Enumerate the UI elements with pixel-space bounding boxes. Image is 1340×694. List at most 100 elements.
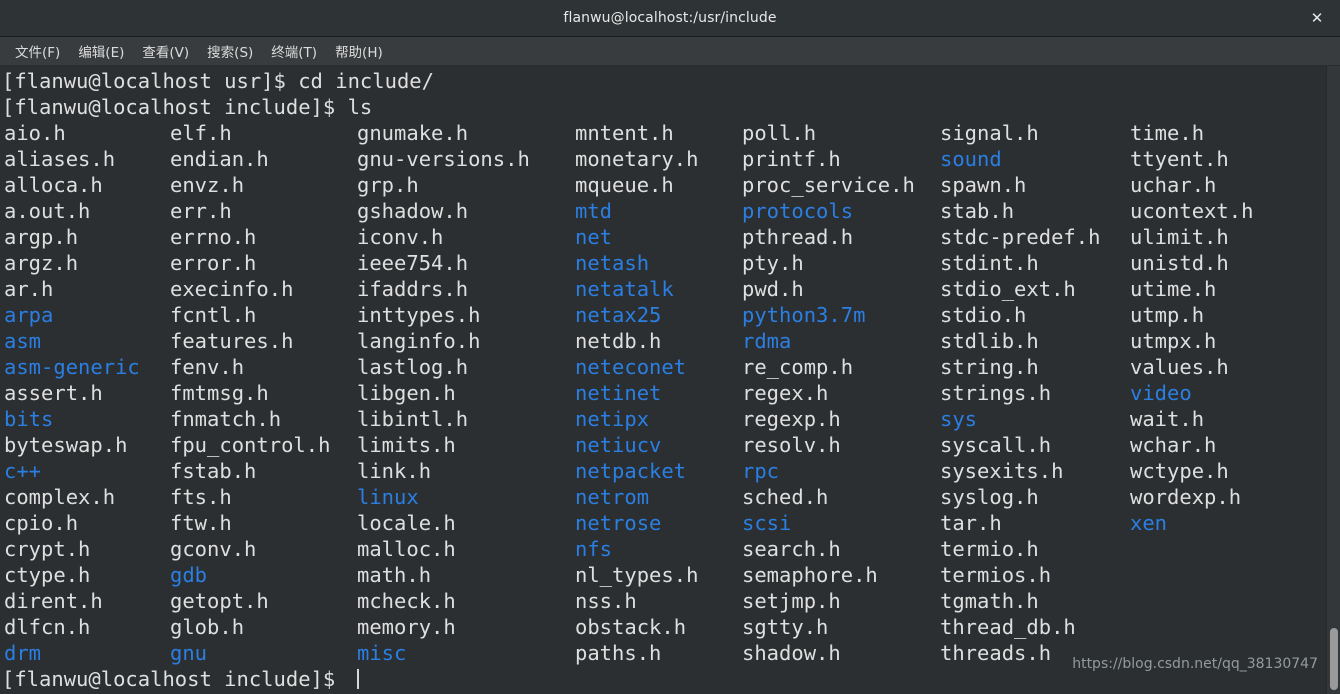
listing-directory: netatalk [575, 277, 674, 301]
listing-row: asm-generic fenv.h lastlog.h neteconet re_co… [2, 354, 1340, 380]
listing-directory: netipx [575, 407, 650, 431]
listing-file: features.h [170, 329, 294, 353]
scrollbar-thumb[interactable] [1330, 628, 1338, 690]
listing-row: cpio.h ftw.h locale.h netrose scsi tar.h xen [2, 510, 1340, 536]
listing-file: regex.h [742, 381, 829, 405]
listing-file: envz.h [170, 173, 245, 197]
listing-row: asm features.h langinfo.h netdb.h rdma stdlib… [2, 328, 1340, 354]
listing-file: wctype.h [1130, 459, 1229, 483]
listing-directory: asm-generic [4, 355, 140, 379]
listing-file: utmpx.h [1130, 329, 1217, 353]
listing-directory: linux [357, 485, 419, 509]
listing-file: uchar.h [1130, 173, 1217, 197]
listing-file: ulimit.h [1130, 225, 1229, 249]
listing-file: err.h [170, 199, 232, 223]
listing-file: termios.h [940, 563, 1052, 587]
listing-file: wordexp.h [1130, 485, 1242, 509]
listing-file: gshadow.h [357, 199, 469, 223]
listing-file: syslog.h [940, 485, 1039, 509]
listing-directory: c++ [4, 459, 42, 483]
listing-file: strings.h [940, 381, 1052, 405]
listing-directory: rdma [742, 329, 792, 353]
listing-file: a.out.h [4, 199, 91, 223]
listing-file: assert.h [4, 381, 103, 405]
listing-directory: netpacket [575, 459, 687, 483]
listing-file: alloca.h [4, 173, 103, 197]
listing-file: mcheck.h [357, 589, 456, 613]
menu-view[interactable]: 查看(V) [133, 38, 198, 64]
listing-file: fnmatch.h [170, 407, 282, 431]
listing-file: inttypes.h [357, 303, 481, 327]
listing-file: utmp.h [1130, 303, 1205, 327]
listing-file: printf.h [742, 147, 841, 171]
menu-edit[interactable]: 编辑(E) [69, 38, 133, 64]
listing-row: argz.h error.h ieee754.h netash pty.h stdint.… [2, 250, 1340, 276]
listing-directory: netrose [575, 511, 662, 535]
listing-file: langinfo.h [357, 329, 481, 353]
text-cursor [356, 669, 359, 689]
listing-file: mqueue.h [575, 173, 674, 197]
listing-row: ctype.h gdb math.h nl_types.h semaphore.h ter… [2, 562, 1340, 588]
listing-file: ar.h [4, 277, 54, 301]
listing-file: error.h [170, 251, 257, 275]
listing-file: syscall.h [940, 433, 1052, 457]
listing-file: values.h [1130, 355, 1229, 379]
listing-file: termio.h [940, 537, 1039, 561]
listing-file: obstack.h [575, 615, 687, 639]
directory-listing: aio.h elf.h gnumake.h mntent.h poll.h signal.… [2, 120, 1340, 666]
menu-search[interactable]: 搜索(S) [198, 38, 262, 64]
listing-file: sgtty.h [742, 615, 829, 639]
listing-file: libintl.h [357, 407, 469, 431]
listing-row: a.out.h err.h gshadow.h mtd protocols stab.h u… [2, 198, 1340, 224]
listing-row: aio.h elf.h gnumake.h mntent.h poll.h signal.… [2, 120, 1340, 146]
listing-row: ar.h execinfo.h ifaddrs.h netatalk pwd.h stdi… [2, 276, 1340, 302]
listing-file: monetary.h [575, 147, 699, 171]
listing-directory: neteconet [575, 355, 687, 379]
listing-directory: nfs [575, 537, 613, 561]
listing-file: elf.h [170, 121, 232, 145]
listing-file: grp.h [357, 173, 419, 197]
listing-directory: sound [940, 147, 1002, 171]
listing-file: search.h [742, 537, 841, 561]
menu-bar: 文件(F) 编辑(E) 查看(V) 搜索(S) 终端(T) 帮助(H) [0, 37, 1340, 66]
listing-directory: scsi [742, 511, 792, 535]
listing-directory: arpa [4, 303, 54, 327]
listing-file: crypt.h [4, 537, 91, 561]
listing-file: poll.h [742, 121, 817, 145]
listing-row: dlfcn.h glob.h memory.h obstack.h sgtty.h thr… [2, 614, 1340, 640]
listing-row: bits fnmatch.h libintl.h netipx regexp.h sys w… [2, 406, 1340, 432]
listing-directory: rpc [742, 459, 780, 483]
window-title: flanwu@localhost:/usr/include [563, 10, 777, 26]
listing-directory: xen [1130, 511, 1168, 535]
listing-file: gconv.h [170, 537, 257, 561]
listing-directory: asm [4, 329, 42, 353]
listing-row: crypt.h gconv.h malloc.h nfs search.h termio.… [2, 536, 1340, 562]
terminal-output-area[interactable]: [flanwu@localhost usr]$ cd include/[flan… [0, 66, 1340, 694]
close-icon[interactable]: ✕ [1304, 5, 1330, 31]
terminal-text-buffer: [flanwu@localhost usr]$ cd include/[flan… [2, 68, 1340, 692]
listing-directory: drm [4, 641, 42, 665]
listing-file: argz.h [4, 251, 79, 275]
listing-file: libgen.h [357, 381, 456, 405]
listing-file: thread_db.h [940, 615, 1076, 639]
listing-file: fstab.h [170, 459, 257, 483]
listing-file: mntent.h [575, 121, 674, 145]
listing-directory: mtd [575, 199, 613, 223]
menu-terminal[interactable]: 终端(T) [262, 38, 326, 64]
listing-file: fcntl.h [170, 303, 257, 327]
listing-file: errno.h [170, 225, 257, 249]
listing-file: pwd.h [742, 277, 804, 301]
listing-row: arpa fcntl.h inttypes.h netax25 python3.7m st… [2, 302, 1340, 328]
listing-file: utime.h [1130, 277, 1217, 301]
listing-file: fenv.h [170, 355, 245, 379]
listing-file: pty.h [742, 251, 804, 275]
listing-file: iconv.h [357, 225, 444, 249]
watermark-text: https://blog.csdn.net/qq_38130747 [1072, 656, 1318, 672]
listing-file: tar.h [940, 511, 1002, 535]
menu-help[interactable]: 帮助(H) [326, 38, 392, 64]
menu-file[interactable]: 文件(F) [6, 38, 69, 64]
listing-file: tgmath.h [940, 589, 1039, 613]
terminal-scrollbar[interactable] [1326, 66, 1340, 694]
listing-file: resolv.h [742, 433, 841, 457]
listing-directory: sys [940, 407, 978, 431]
